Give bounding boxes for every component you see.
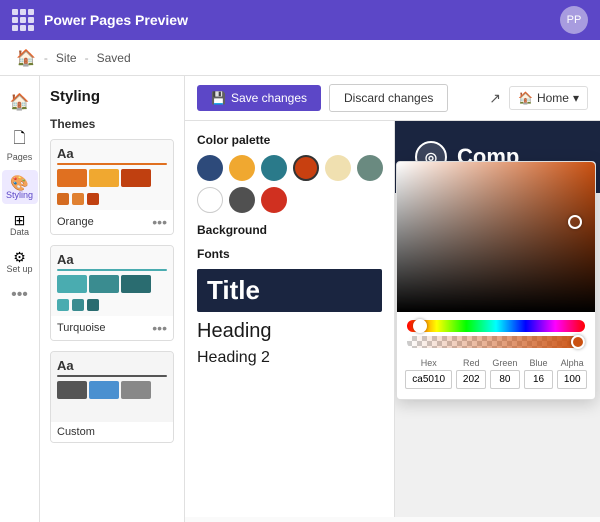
sidebar-item-data[interactable]: ⊞ Data [2,208,38,241]
theme-preview-orange: Aa [51,140,173,210]
red-input[interactable] [456,370,486,389]
color-palette-label: Color palette [197,133,382,147]
alpha-input[interactable] [557,370,587,389]
theme-card-turquoise[interactable]: Aa Turquoise ••• [50,245,174,341]
blue-field-group: Blue [524,358,554,389]
background-label: Background [197,223,382,237]
home-label: Home [537,91,569,105]
main-layout: 🏠 🗋 Pages 🎨 Styling ⊞ Data ⚙ Set up ••• … [0,76,600,522]
sidebar-item-home[interactable]: 🏠 [2,84,38,120]
theme-name-turquoise: Turquoise [57,322,106,334]
avatar[interactable]: PP [560,6,588,34]
sidebar-styling-label: Styling [6,190,33,200]
fonts-label: Fonts [197,247,382,261]
site-label: Site [56,51,77,65]
green-field-group: Green [490,358,520,389]
theme-card-custom[interactable]: Aa Custom [50,351,174,443]
hex-label: Hex [405,358,452,368]
preview-area: ◎ Comp Heading Heading [395,121,600,517]
theme-name-custom: Custom [57,426,95,438]
color-picker-thumb[interactable] [568,215,582,229]
sidebar-data-label: Data [10,227,29,237]
sidebar-item-more[interactable]: ••• [11,286,28,304]
color-palette [197,155,382,213]
arrow-icon[interactable]: ↗ [489,90,501,107]
app-title: Power Pages Preview [44,12,550,28]
color-picker-popup: Hex Red Green Blue [396,161,596,400]
theme-name-orange: Orange [57,216,94,228]
styling-main: 💾 Save changes Discard changes ↗ 🏠 Home … [185,76,600,522]
styling-content: Color palette Background Fonts Title Hea… [185,121,600,517]
sidebar-setup-label: Set up [6,264,32,274]
home-icon-small: 🏠 [518,91,533,105]
swatch-navy[interactable] [197,155,223,181]
alpha-slider[interactable] [407,336,585,348]
icon-sidebar: 🏠 🗋 Pages 🎨 Styling ⊞ Data ⚙ Set up ••• [0,76,40,522]
font-heading-preview: Heading [197,316,382,347]
save-changes-button[interactable]: 💾 Save changes [197,85,321,111]
theme-more-turquoise[interactable]: ••• [152,320,167,336]
saved-status: Saved [97,51,131,65]
styling-toolbar: 💾 Save changes Discard changes ↗ 🏠 Home … [185,76,600,121]
blue-label: Blue [524,358,554,368]
themes-subheading: Themes [50,117,174,131]
hue-thumb[interactable] [413,319,427,333]
styling-heading: Styling [50,88,174,105]
sidebar-pages-label: Pages [7,152,33,162]
themes-panel: Styling Themes Aa Orange ••• [40,76,185,522]
swatch-orange-selected[interactable] [293,155,319,181]
theme-preview-turquoise: Aa [51,246,173,316]
theme-preview-custom: Aa [51,352,173,422]
sub-bar: 🏠 - Site - Saved [0,40,600,76]
alpha-label: Alpha [557,358,587,368]
home-button[interactable]: 🏠 Home ▾ [509,86,588,110]
color-gradient-picker[interactable] [397,162,595,312]
green-label: Green [490,358,520,368]
chevron-down-icon: ▾ [573,91,579,105]
font-heading2-preview: Heading 2 [197,347,382,369]
save-icon: 💾 [211,91,226,105]
red-field-group: Red [456,358,486,389]
alpha-thumb[interactable] [571,335,585,349]
style-options: Color palette Background Fonts Title Hea… [185,121,395,517]
hex-field-group: Hex [405,358,452,389]
home-icon[interactable]: 🏠 [16,48,36,68]
swatch-teal[interactable] [261,155,287,181]
alpha-field-group: Alpha [557,358,587,389]
swatch-cream[interactable] [325,155,351,181]
theme-card-orange[interactable]: Aa Orange ••• [50,139,174,235]
sidebar-item-styling[interactable]: 🎨 Styling [2,170,38,204]
red-label: Red [456,358,486,368]
app-grid-icon[interactable] [12,9,34,31]
swatch-gray[interactable] [229,187,255,213]
discard-changes-button[interactable]: Discard changes [329,84,448,112]
sidebar-item-pages[interactable]: 🗋 Pages [2,124,38,166]
save-button-label: Save changes [231,91,307,105]
swatch-amber[interactable] [229,155,255,181]
swatch-white[interactable] [197,187,223,213]
blue-input[interactable] [524,370,554,389]
theme-more-orange[interactable]: ••• [152,214,167,230]
swatch-red[interactable] [261,187,287,213]
top-bar: Power Pages Preview PP [0,0,600,40]
color-fields: Hex Red Green Blue [397,352,595,389]
hue-slider[interactable] [407,320,585,332]
green-input[interactable] [490,370,520,389]
font-title-preview: Title [197,269,382,312]
sidebar-item-setup[interactable]: ⚙ Set up [2,245,38,278]
hex-input[interactable] [405,370,452,389]
swatch-sage[interactable] [357,155,383,181]
